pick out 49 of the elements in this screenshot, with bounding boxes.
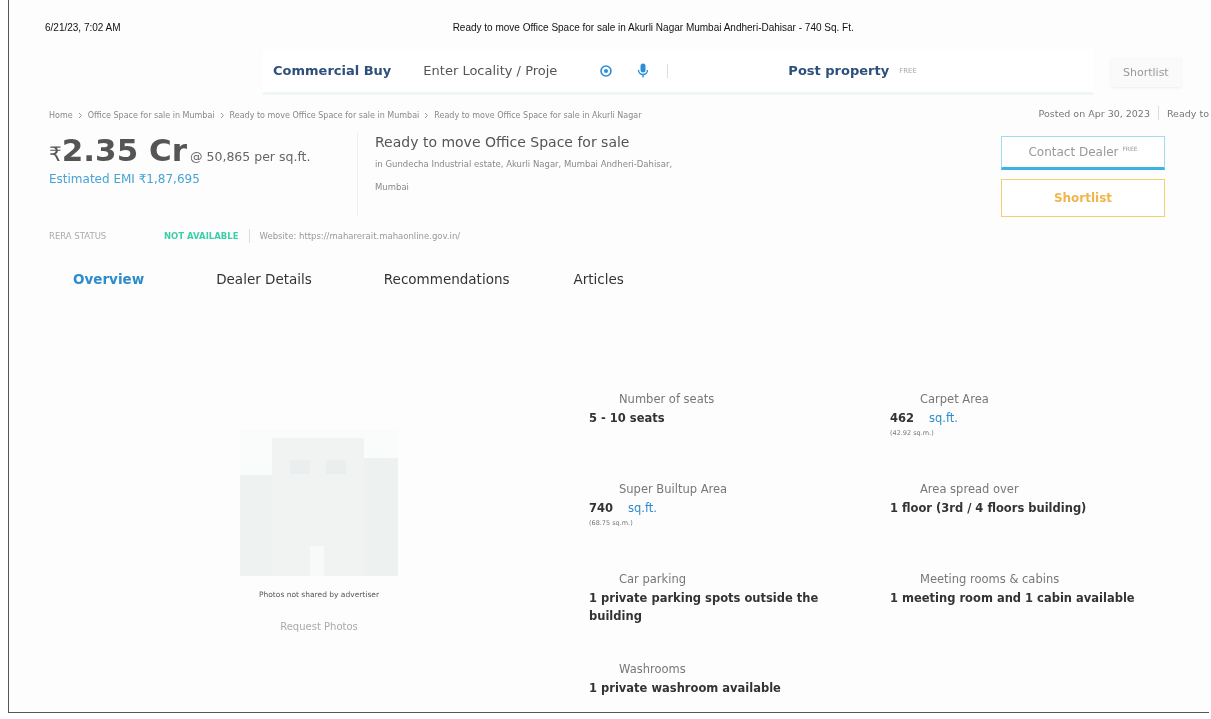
detail-value: 1 private washroom available xyxy=(589,680,781,697)
rera-label: RERA STATUS xyxy=(49,231,108,241)
detail-value: 740 xyxy=(589,500,613,517)
detail-value: 5 - 10 seats xyxy=(589,410,665,427)
listing-address: in Gundecha Industrial estate, Akurli Nagar, Mumbai Andheri-Dahisar, xyxy=(375,159,674,169)
chevron-icon xyxy=(77,112,83,119)
search-field[interactable]: Enter Locality / Proje xyxy=(421,62,576,79)
listing-title: Ready to move Office Space for sale xyxy=(375,134,631,150)
detail-label: Car parking xyxy=(618,572,687,586)
listing-city: Mumbai xyxy=(375,182,410,192)
shortlist-button[interactable]: Shortlist xyxy=(1111,57,1181,87)
microphone-icon[interactable] xyxy=(637,63,650,78)
emi-link[interactable]: Estimated EMI ₹1,87,695 xyxy=(49,172,200,186)
detail-value: 462 xyxy=(890,410,914,427)
detail-label: Washrooms xyxy=(618,662,687,676)
unit-link[interactable]: sq.ft. xyxy=(929,409,958,428)
detail-label: Carpet Area xyxy=(919,392,990,406)
price: 2.35 Cr xyxy=(61,132,188,168)
tab[interactable]: Dealer Details xyxy=(216,271,312,287)
category-link[interactable]: Commercial Buy xyxy=(273,63,392,78)
print-date: 6/21/23, 7:02 AM xyxy=(45,22,121,33)
location-target-icon[interactable] xyxy=(599,63,614,78)
detail-label: Number of seats xyxy=(618,392,716,406)
detail-label: Meeting rooms & cabins xyxy=(919,572,1061,586)
unit-link[interactable]: sq.ft. xyxy=(628,499,657,518)
price-per-sqft: @ 50,865 per sq.ft. xyxy=(190,149,311,164)
detail-value: 1 private parking spots outside the building xyxy=(589,590,820,626)
post-property-link[interactable]: Post property xyxy=(788,63,890,78)
tab[interactable]: Recommendations xyxy=(383,271,510,287)
detail-label: Area spread over xyxy=(919,482,1020,496)
chevron-icon xyxy=(219,112,225,119)
chevron-icon xyxy=(424,112,430,119)
request-photos-link[interactable]: Request Photos xyxy=(280,621,358,632)
detail-label: Super Builtup Area xyxy=(618,482,729,496)
breadcrumb-link[interactable]: Ready to move Office Space for sale in Mumbai xyxy=(229,111,420,120)
breadcrumb-link[interactable]: Ready to move Office Space for sale in Akurli Nagar xyxy=(434,111,642,120)
tab[interactable]: Overview xyxy=(73,271,145,287)
status-text: Ready to xyxy=(1166,107,1209,119)
page-title: Ready to move Office Space for sale in Akurli Nagar Mumbai Andheri-Dahisar - 740 Sq. Ft. xyxy=(452,22,854,33)
contact-dealer-button[interactable]: Contact Dealer $^{FREE}$ xyxy=(1001,136,1165,170)
breadcrumb-link[interactable]: Home xyxy=(49,111,73,120)
rera-status: NOT AVAILABLE xyxy=(164,231,239,241)
detail-value: 1 floor (3rd / 4 floors building) xyxy=(890,500,1087,517)
detail-value: 1 meeting room and 1 cabin available xyxy=(890,590,1135,607)
posted-date: Posted on Apr 30, 2023 xyxy=(1038,107,1150,119)
currency-symbol: ₹ xyxy=(49,142,62,166)
website-text: Website: https://maharerait.mahaonline.gov.in/ xyxy=(259,231,461,241)
breadcrumb-link[interactable]: Office Space for sale in Mumbai xyxy=(87,111,215,120)
tab[interactable]: Articles xyxy=(573,271,624,287)
